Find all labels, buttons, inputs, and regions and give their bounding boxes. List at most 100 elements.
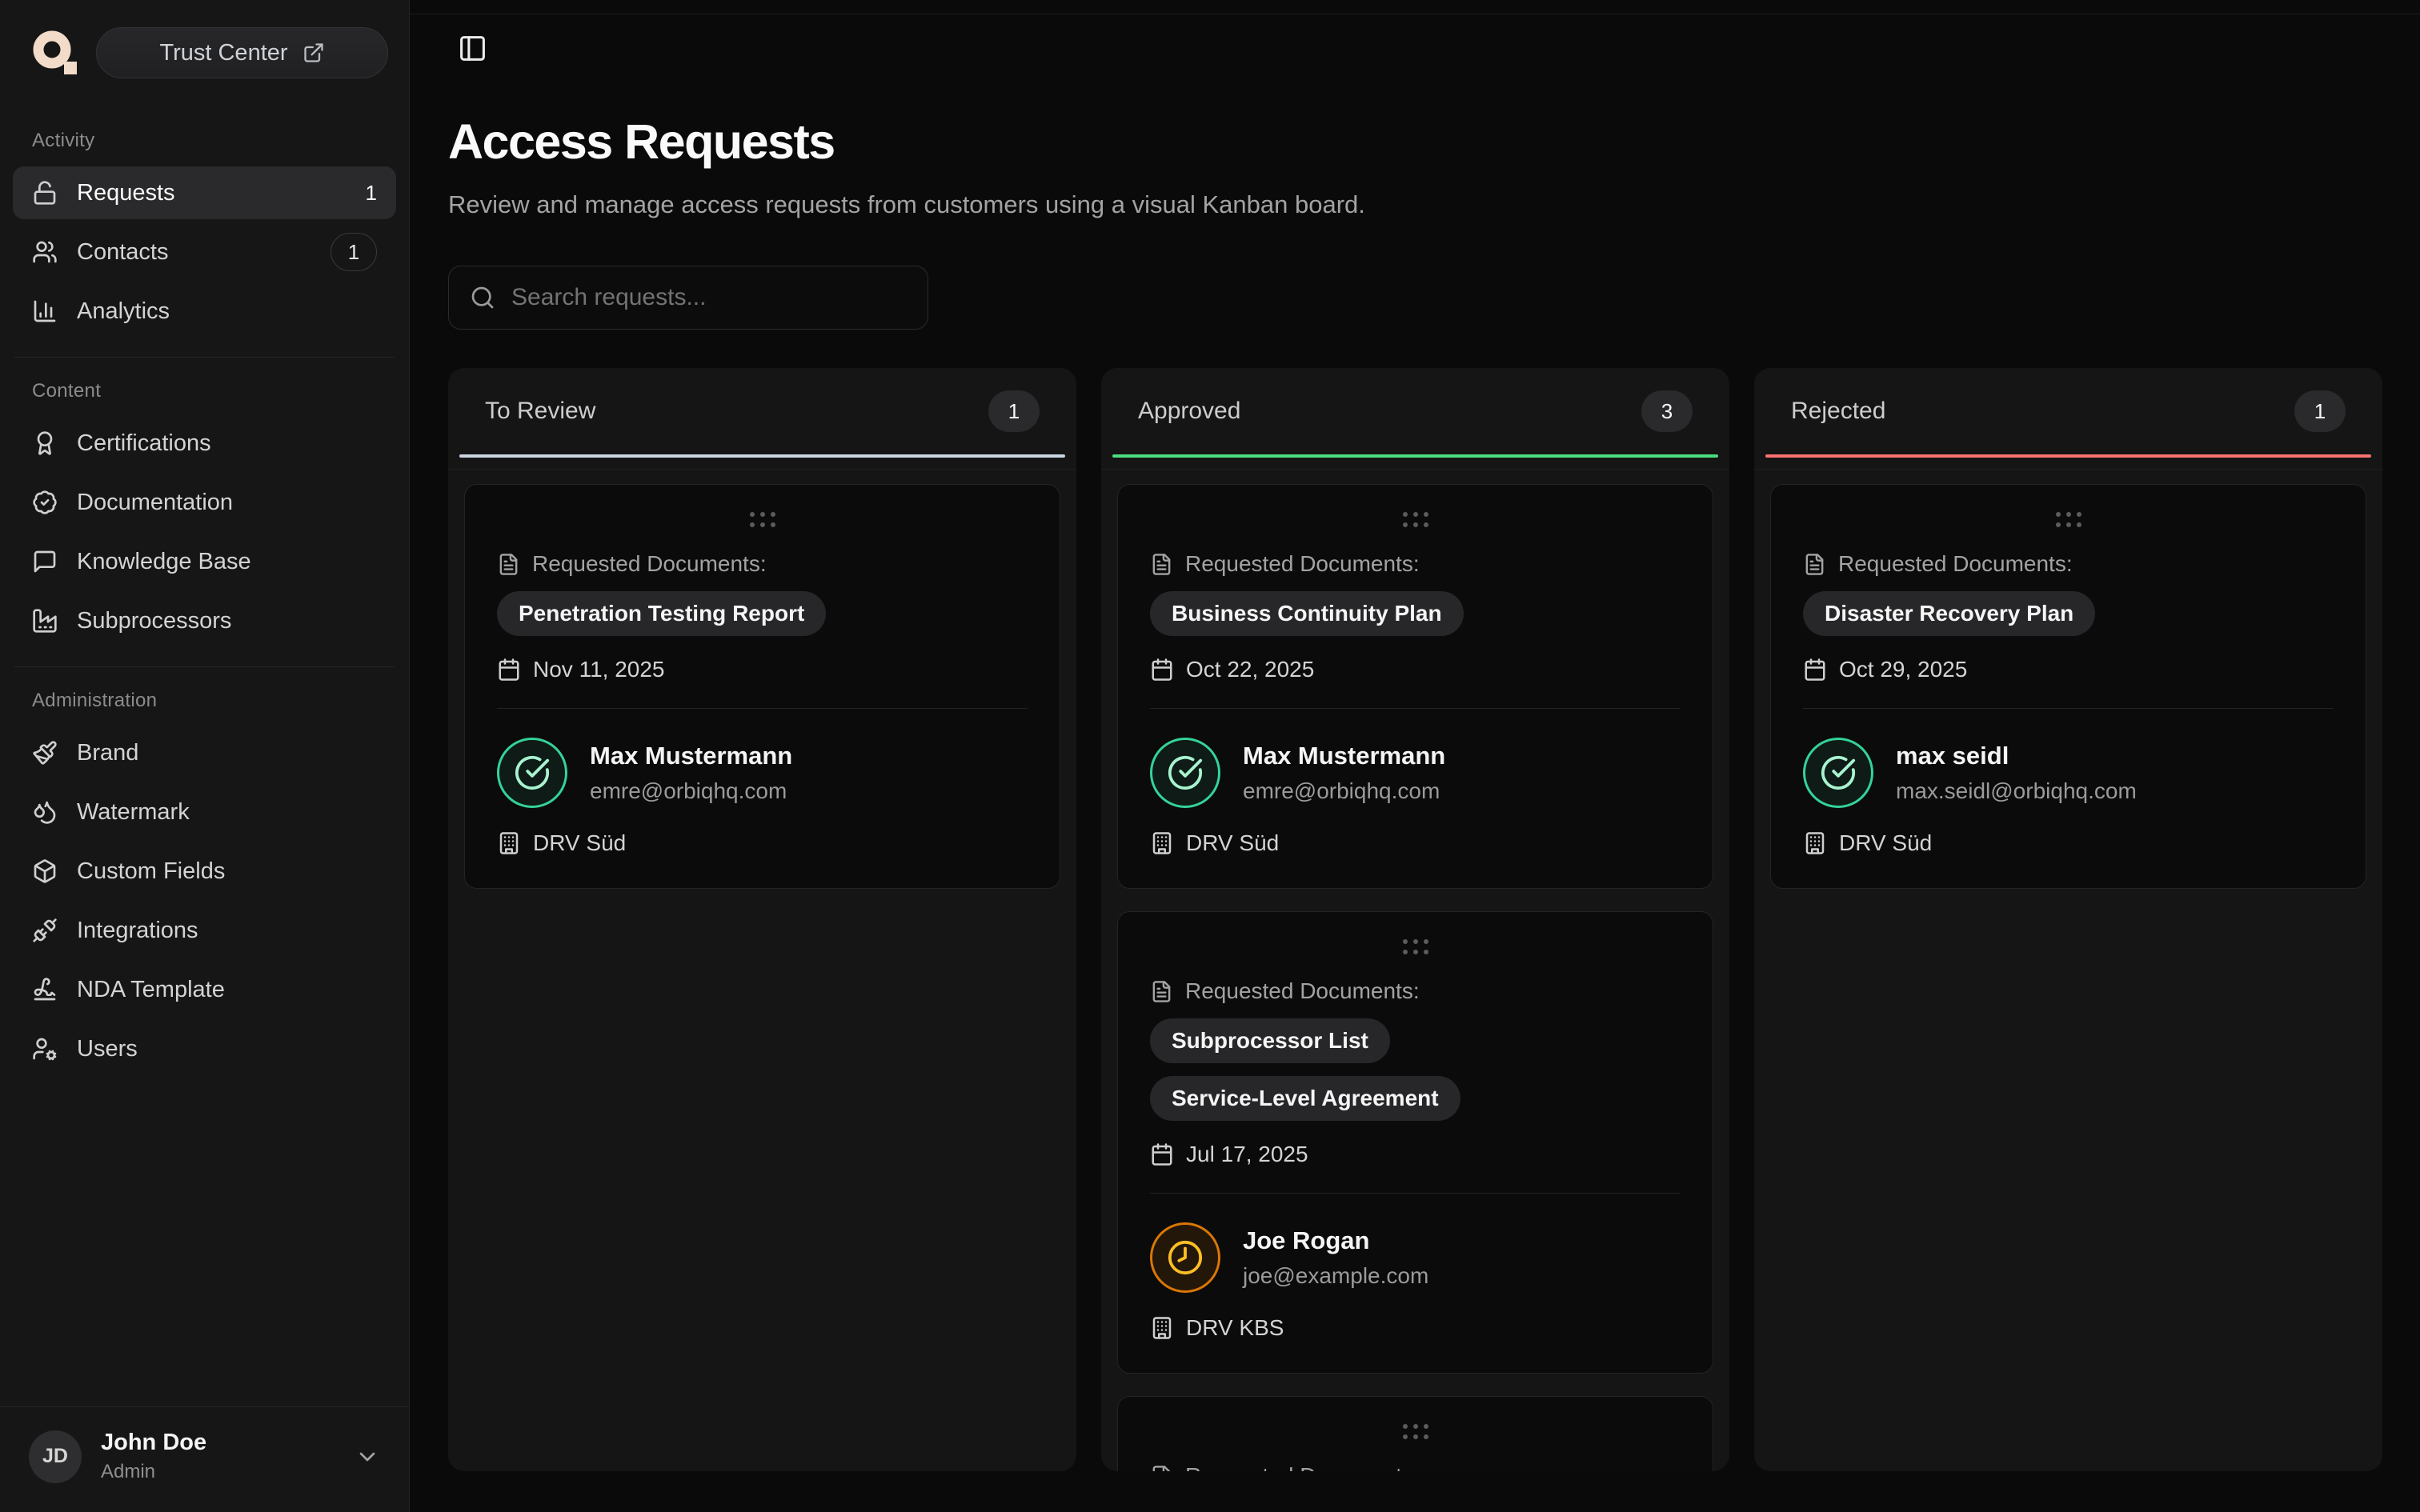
kanban-board: To Review 1 Requested Documents: Penetra… bbox=[448, 368, 2382, 1471]
circle-check-icon bbox=[514, 754, 551, 791]
request-card[interactable]: Requested Documents: Penetration Testing… bbox=[464, 484, 1060, 889]
column-card-list: Requested Documents: Business Continuity… bbox=[1101, 470, 1729, 1471]
column-title: Approved bbox=[1138, 398, 1240, 425]
requester-name: max seidl bbox=[1896, 742, 2137, 770]
chart-column-icon bbox=[32, 298, 58, 324]
users-icon bbox=[32, 239, 58, 265]
requester-info: max seidl max.seidl@orbiqhq.com bbox=[1803, 738, 2334, 808]
requested-documents-row: Requested Documents: bbox=[1150, 1463, 1681, 1471]
kanban-column-approved: Approved 3 Requested Documents: Business… bbox=[1101, 368, 1729, 1471]
request-date: Nov 11, 2025 bbox=[497, 657, 1028, 682]
sidebar-item-label: Brand bbox=[77, 740, 377, 766]
sidebar-divider bbox=[14, 666, 395, 667]
requester-status-avatar bbox=[497, 738, 567, 808]
file-text-icon bbox=[497, 553, 520, 576]
page-title: Access Requests bbox=[448, 114, 2382, 170]
column-title: Rejected bbox=[1791, 398, 1885, 425]
request-card[interactable]: Requested Documents: Subprocessor ListSe… bbox=[1117, 911, 1713, 1374]
sidebar-item-nda-template[interactable]: NDA Template bbox=[13, 963, 396, 1016]
drag-handle-icon[interactable] bbox=[1403, 939, 1428, 954]
sidebar-item-label: Watermark bbox=[77, 799, 377, 826]
column-card-list: Requested Documents: Penetration Testing… bbox=[448, 470, 1076, 1471]
sidebar-item-subprocessors[interactable]: Subprocessors bbox=[13, 594, 396, 647]
requester-info: Max Mustermann emre@orbiqhq.com bbox=[1150, 738, 1681, 808]
circle-check-icon bbox=[1167, 754, 1204, 791]
card-divider bbox=[1150, 708, 1681, 709]
sidebar-item-users[interactable]: Users bbox=[13, 1022, 396, 1075]
sidebar-section-label: Activity bbox=[0, 130, 409, 152]
sidebar-section-label: Content bbox=[0, 380, 409, 402]
sidebar-section-label: Administration bbox=[0, 690, 409, 712]
drag-handle-icon[interactable] bbox=[750, 512, 775, 527]
requester-email: max.seidl@orbiqhq.com bbox=[1896, 778, 2137, 804]
sidebar-item-label: Subprocessors bbox=[77, 608, 377, 634]
requester-status-avatar bbox=[1803, 738, 1873, 808]
sidebar-toggle-button[interactable] bbox=[458, 34, 487, 66]
brand-row: Trust Center bbox=[0, 27, 409, 78]
requester-email: emre@orbiqhq.com bbox=[1243, 778, 1445, 804]
requested-documents-row: Requested Documents: bbox=[1150, 978, 1681, 1004]
sidebar-item-integrations[interactable]: Integrations bbox=[13, 904, 396, 957]
document-chip: Subprocessor List bbox=[1150, 1018, 1390, 1063]
sidebar-item-brand[interactable]: Brand bbox=[13, 726, 396, 779]
request-card[interactable]: Requested Documents: IT Contingency Plan… bbox=[1117, 1396, 1713, 1471]
request-date: Oct 22, 2025 bbox=[1150, 657, 1681, 682]
sidebar-item-label: Requests bbox=[77, 180, 347, 206]
column-header: Approved 3 bbox=[1101, 368, 1729, 454]
sidebar-item-documentation[interactable]: Documentation bbox=[13, 476, 396, 529]
requester-email: emre@orbiqhq.com bbox=[590, 778, 792, 804]
unplug-icon bbox=[32, 918, 58, 943]
trust-center-button[interactable]: Trust Center bbox=[96, 27, 388, 78]
request-card[interactable]: Requested Documents: Business Continuity… bbox=[1117, 484, 1713, 889]
request-date-label: Oct 29, 2025 bbox=[1839, 657, 1967, 682]
kanban-column-to-review: To Review 1 Requested Documents: Penetra… bbox=[448, 368, 1076, 1471]
user-menu[interactable]: JD John Doe Admin bbox=[0, 1406, 409, 1512]
file-text-icon bbox=[1150, 1465, 1173, 1472]
sidebar-item-label: Integrations bbox=[77, 918, 377, 944]
paintbrush-icon bbox=[32, 740, 58, 766]
requester-email: joe@example.com bbox=[1243, 1263, 1428, 1289]
column-accent-bar bbox=[1765, 454, 2371, 458]
column-header: Rejected 1 bbox=[1754, 368, 2382, 454]
drag-handle-icon[interactable] bbox=[1403, 512, 1428, 527]
requester-org: DRV KBS bbox=[1150, 1315, 1681, 1341]
sidebar-item-custom-fields[interactable]: Custom Fields bbox=[13, 845, 396, 898]
requester-name: Joe Rogan bbox=[1243, 1226, 1428, 1255]
kanban-column-rejected: Rejected 1 Requested Documents: Disaster… bbox=[1754, 368, 2382, 1471]
request-card[interactable]: Requested Documents: Disaster Recovery P… bbox=[1770, 484, 2366, 889]
column-count-badge: 3 bbox=[1641, 390, 1693, 432]
sidebar-item-knowledge-base[interactable]: Knowledge Base bbox=[13, 535, 396, 588]
requester-org-label: DRV Süd bbox=[1186, 830, 1279, 856]
sidebar-item-label: Certifications bbox=[77, 430, 377, 457]
request-date-label: Jul 17, 2025 bbox=[1186, 1142, 1308, 1167]
requester-name: Max Mustermann bbox=[1243, 742, 1445, 770]
requester-name: Max Mustermann bbox=[590, 742, 792, 770]
sidebar-item-certifications[interactable]: Certifications bbox=[13, 417, 396, 470]
sidebar-item-label: Custom Fields bbox=[77, 858, 377, 885]
sidebar-item-analytics[interactable]: Analytics bbox=[13, 285, 396, 338]
requester-identity: Max Mustermann emre@orbiqhq.com bbox=[590, 742, 792, 804]
sidebar-item-watermark[interactable]: Watermark bbox=[13, 786, 396, 838]
requester-org: DRV Süd bbox=[497, 830, 1028, 856]
external-link-icon bbox=[302, 42, 325, 64]
document-chips: Subprocessor ListService-Level Agreement bbox=[1150, 1018, 1681, 1121]
document-chip: Disaster Recovery Plan bbox=[1803, 591, 2095, 636]
sidebar-item-requests[interactable]: Requests 1 bbox=[13, 166, 396, 219]
circle-check-icon bbox=[1820, 754, 1857, 791]
requester-org-label: DRV Süd bbox=[533, 830, 626, 856]
requested-documents-row: Requested Documents: bbox=[1150, 551, 1681, 577]
avatar: JD bbox=[29, 1430, 82, 1483]
building-icon bbox=[1150, 831, 1174, 855]
sidebar-item-contacts[interactable]: Contacts 1 bbox=[13, 226, 396, 278]
award-icon bbox=[32, 430, 58, 456]
search-input[interactable] bbox=[511, 284, 907, 311]
drag-handle-icon[interactable] bbox=[1403, 1424, 1428, 1439]
calendar-icon bbox=[497, 658, 521, 682]
user-meta: John Doe Admin bbox=[101, 1430, 335, 1483]
card-divider bbox=[1150, 1193, 1681, 1194]
clock-icon bbox=[1167, 1239, 1204, 1276]
drag-handle-icon[interactable] bbox=[2056, 512, 2081, 527]
request-date: Jul 17, 2025 bbox=[1150, 1142, 1681, 1167]
calendar-icon bbox=[1803, 658, 1827, 682]
requester-org: DRV Süd bbox=[1803, 830, 2334, 856]
